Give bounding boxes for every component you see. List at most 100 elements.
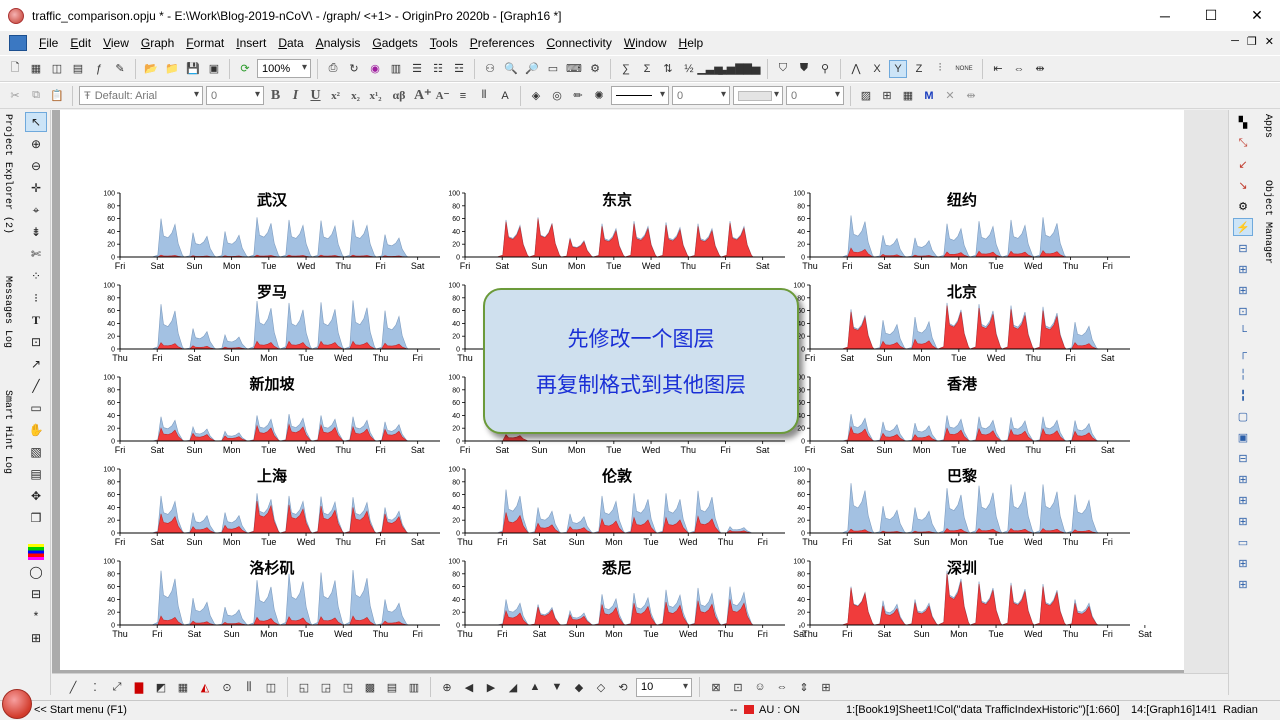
- font-name-combo[interactable]: Ŧ Default: Arial: [79, 86, 203, 105]
- insert-graph-icon[interactable]: ▧: [25, 442, 47, 462]
- area-series-blue[interactable]: [120, 300, 440, 350]
- area-series-blue[interactable]: [120, 569, 440, 626]
- font-size-combo[interactable]: 0: [206, 86, 264, 105]
- z-column-icon[interactable]: Z: [910, 60, 928, 78]
- unmerge-icon[interactable]: ✕: [941, 87, 959, 105]
- set-values-icon[interactable]: ½: [680, 60, 698, 78]
- angle-unit[interactable]: Radian: [1223, 704, 1258, 716]
- underline-button[interactable]: U: [307, 88, 324, 104]
- area-series-blue[interactable]: [810, 483, 1130, 534]
- insert-table-icon[interactable]: ▤: [25, 464, 47, 484]
- chart-panel[interactable]: 0 20 40 60 80 100 Fri Sat Sun Mon Tue Wed Thu Fri Sat 北…: [792, 277, 1132, 367]
- object-front-icon[interactable]: ◆: [570, 678, 588, 696]
- menu-help[interactable]: Help: [673, 36, 710, 50]
- table-icon[interactable]: ⊞: [1233, 512, 1253, 530]
- histogram-icon[interactable]: ▇▅: [743, 60, 761, 78]
- sum-icon[interactable]: ∑: [617, 60, 635, 78]
- grid-layers-icon[interactable]: ⊞: [1233, 470, 1253, 488]
- 3d-surface-icon[interactable]: ◱: [295, 678, 313, 696]
- font-color-icon[interactable]: A: [496, 87, 514, 105]
- symbol-icon[interactable]: ✺: [590, 87, 608, 105]
- object-rotate-icon[interactable]: ⊕: [438, 678, 456, 696]
- rescale-y-icon[interactable]: ↘: [1233, 176, 1253, 194]
- data-reader-icon[interactable]: ⌖: [25, 200, 47, 220]
- project-explorer-icon[interactable]: 🔍: [502, 60, 520, 78]
- chart-panel[interactable]: 0 20 40 60 80 100 Thu Fri Sat Sun Mon Tue Wed Thu Fri 洛…: [102, 553, 442, 643]
- chart-panel[interactable]: 0 20 40 60 80 100 Fri Sat Sun Mon Tue Wed Thu Fri Sat 武…: [102, 185, 442, 275]
- line-tool-icon[interactable]: ╱: [25, 376, 47, 396]
- 3d-bars-icon[interactable]: ◲: [317, 678, 335, 696]
- move-icon[interactable]: ✥: [25, 486, 47, 506]
- merge-columns-icon[interactable]: ⇔: [1010, 60, 1028, 78]
- column-plot-icon[interactable]: ▇: [130, 678, 148, 696]
- chart-panel[interactable]: 0 20 40 60 80 100 Thu Fri Sat Sun Mon Tue Wed Thu Fri 巴…: [792, 461, 1132, 551]
- column-icon[interactable]: ▥: [387, 60, 405, 78]
- hatch-icon[interactable]: ▨: [857, 87, 875, 105]
- area-series-red[interactable]: [465, 434, 785, 442]
- column-chart-icon[interactable]: ▃▅▇: [718, 60, 743, 78]
- line-symbol-icon[interactable]: ⤢: [108, 678, 126, 696]
- italic-button[interactable]: I: [287, 88, 304, 104]
- menu-data[interactable]: Data: [272, 36, 309, 50]
- draw-data-icon[interactable]: ⁝: [25, 288, 47, 308]
- split-columns-icon[interactable]: ⇹: [1031, 60, 1049, 78]
- menu-analysis[interactable]: Analysis: [310, 36, 367, 50]
- zoom-combo[interactable]: 100%: [257, 59, 311, 78]
- close-button[interactable]: ✕: [1234, 0, 1280, 31]
- line-color-icon[interactable]: ✏: [569, 87, 587, 105]
- angle-combo[interactable]: 0: [786, 86, 844, 105]
- none-column-button[interactable]: NONE: [952, 60, 976, 78]
- distribute-icon[interactable]: ⇔: [773, 678, 791, 696]
- merge-graph-icon[interactable]: ⊞: [1233, 260, 1253, 278]
- add-bottom-x-icon[interactable]: └: [1233, 323, 1253, 341]
- border-icon[interactable]: ⊞: [878, 87, 896, 105]
- layer-manager-icon[interactable]: ☰: [408, 60, 426, 78]
- object-right-icon[interactable]: ▶: [482, 678, 500, 696]
- paste-icon[interactable]: 📋: [48, 87, 66, 105]
- object-back-icon[interactable]: ◇: [592, 678, 610, 696]
- chart-panel[interactable]: 0 20 40 60 80 100 Thu Fri Sat Sun Mon Tue Wed Thu Fri S…: [447, 553, 807, 643]
- filter-icon[interactable]: ⛉: [774, 60, 792, 78]
- scatter-plot-icon[interactable]: ⁚: [86, 678, 104, 696]
- chart-panel[interactable]: 0 20 40 60 80 100 Fri Sat Sun Mon Tue Wed Thu Fri Sat 上…: [102, 461, 442, 551]
- matrix-plot-icon[interactable]: ▩: [361, 678, 379, 696]
- rescale-x-icon[interactable]: ↙: [1233, 155, 1253, 173]
- new-matrix-icon[interactable]: ▤: [69, 60, 87, 78]
- asterisk-icon[interactable]: *: [25, 606, 47, 626]
- menu-edit[interactable]: Edit: [64, 36, 97, 50]
- settings-icon[interactable]: ⚙: [586, 60, 604, 78]
- greek-button[interactable]: αβ: [387, 88, 411, 103]
- area-series-red[interactable]: [810, 573, 1130, 626]
- grid-icon[interactable]: ▦: [899, 87, 917, 105]
- layer-top-x-icon[interactable]: ⊟: [1233, 239, 1253, 257]
- line-style-combo[interactable]: [611, 86, 669, 105]
- smile-icon[interactable]: ☺: [751, 678, 769, 696]
- polar-icon[interactable]: ⊙: [218, 678, 236, 696]
- expand-icon[interactable]: ⇹: [962, 87, 980, 105]
- xy-error-icon[interactable]: ⋀: [847, 60, 865, 78]
- screen-reader-icon[interactable]: ✛: [25, 178, 47, 198]
- contour-icon[interactable]: ▦: [174, 678, 192, 696]
- tab-project-explorer[interactable]: Project Explorer (2): [2, 114, 13, 234]
- ungroup-icon[interactable]: ⊡: [729, 678, 747, 696]
- align-icon[interactable]: ≡: [454, 87, 472, 105]
- layer-grid-icon[interactable]: ⊞: [1233, 491, 1253, 509]
- new-notes-icon[interactable]: ✎: [111, 60, 129, 78]
- line-width-combo[interactable]: 0: [672, 86, 730, 105]
- data-selector-icon[interactable]: ⇟: [25, 222, 47, 242]
- chart-panel[interactable]: 0 20 40 60 80 100 Fri Sat Sun Mon Tue Wed Thu Fri Sat 新…: [102, 369, 442, 459]
- add-left-y-icon[interactable]: ╎: [1233, 365, 1253, 383]
- pattern-icon[interactable]: ◎: [548, 87, 566, 105]
- color-palette-icon[interactable]: [28, 544, 44, 560]
- mdi-close-icon[interactable]: ✕: [1265, 35, 1274, 48]
- print-icon[interactable]: ⎙: [324, 60, 342, 78]
- increase-font-button[interactable]: A⁺: [414, 87, 432, 104]
- grid-tool-icon[interactable]: ⊞: [25, 628, 47, 648]
- line-plot-icon[interactable]: ╱: [64, 678, 82, 696]
- image-plot-icon[interactable]: ▤: [383, 678, 401, 696]
- new-graph-icon[interactable]: ◫: [48, 60, 66, 78]
- x-column-icon[interactable]: X: [868, 60, 886, 78]
- layer-icon[interactable]: ⊟: [25, 584, 47, 604]
- chart-panel[interactable]: 0 20 40 60 80 100 Fri Sat Sun Mon Tue Wed Thu Fri Sat 东…: [447, 185, 787, 275]
- menu-preferences[interactable]: Preferences: [464, 36, 541, 50]
